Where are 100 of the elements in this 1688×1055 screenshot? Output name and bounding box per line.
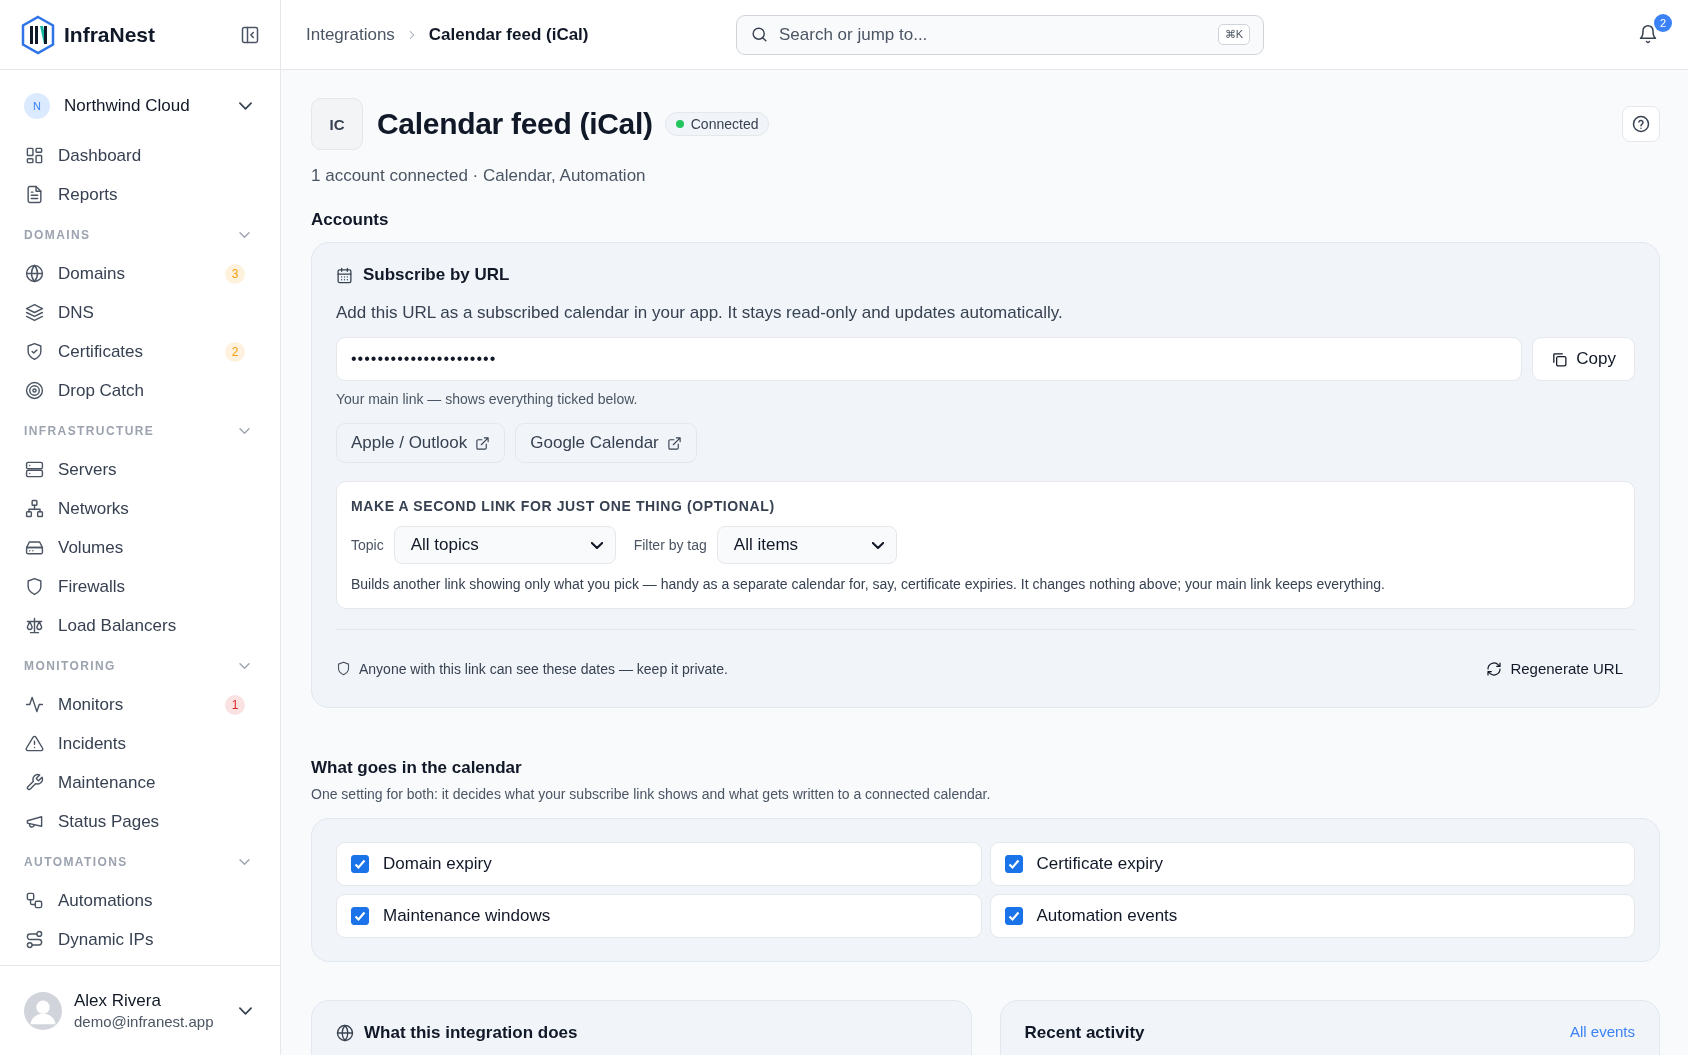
chevron-down-icon[interactable] [239, 232, 250, 238]
section-heading: INFRASTRUCTURE [24, 424, 155, 438]
network-icon [25, 499, 44, 518]
chevron-down-icon [871, 541, 884, 549]
dashboard-icon [25, 146, 44, 165]
target-icon [25, 381, 44, 400]
calendar-icon [336, 266, 353, 284]
section-heading: MONITORING [24, 659, 116, 673]
checkbox[interactable] [1004, 907, 1023, 925]
globe-icon [336, 1024, 354, 1042]
pulse-icon [25, 695, 44, 714]
nav-item[interactable]: Dashboard [16, 136, 264, 175]
external-link-icon [475, 435, 491, 451]
section-heading: Accounts [311, 210, 390, 230]
nav-item[interactable]: Maintenance [16, 763, 264, 802]
filter-select[interactable]: All topics [393, 526, 616, 564]
layers-icon [25, 303, 44, 322]
card-description: Add this URL as a subscribed calendar in your app. It stays read-only and updates automatically. [336, 303, 1064, 323]
nav-item[interactable]: Incidents [16, 724, 264, 763]
panel-note: Builds another link showing only what you pick — handy as a separate calendar for, say, certificate expiries. It changes nothing above; your main link keeps everything. [351, 576, 1386, 592]
chevron-down-icon[interactable] [239, 663, 250, 669]
chevron-down-icon[interactable] [239, 428, 250, 434]
checkbox[interactable] [1004, 855, 1023, 873]
panel-title: Recent activity [1024, 1023, 1146, 1043]
section-heading: DOMAINS [24, 228, 91, 242]
calendar-option[interactable]: Certificate expiry [989, 842, 1635, 886]
nav-item[interactable]: Certificates 2 [16, 332, 264, 371]
nav-item[interactable]: Servers [16, 450, 264, 489]
organization-avatar: N [24, 93, 50, 119]
logo-icon [20, 14, 56, 55]
calendar-option[interactable]: Domain expiry [336, 842, 982, 886]
card-title: Subscribe by URL [363, 265, 510, 285]
nav-item[interactable]: Drop Catch [16, 371, 264, 410]
collapse-sidebar-icon[interactable] [240, 24, 260, 45]
chevron-down-icon [239, 1006, 252, 1015]
nav-item[interactable]: Dynamic IPs [16, 920, 264, 959]
chevron-down-icon [590, 541, 603, 549]
breadcrumb-current[interactable]: Calendar feed (iCal) [428, 24, 589, 45]
option-label: Domain expiry [383, 854, 492, 874]
notification-count: 2 [1654, 13, 1672, 32]
section-heading: What goes in the calendar [311, 758, 523, 778]
nav-item[interactable]: DNS [16, 293, 264, 332]
refresh-icon [1486, 660, 1503, 677]
chevron-down-icon[interactable] [239, 859, 250, 865]
nav-item[interactable]: Reports [16, 175, 264, 214]
count-badge: 2 [225, 341, 245, 362]
calendar-option[interactable]: Automation events [989, 894, 1635, 938]
copy-button[interactable]: Copy [1532, 337, 1635, 381]
nodes-icon [25, 891, 44, 910]
calendar-option[interactable]: Maintenance windows [336, 894, 982, 938]
regenerate-url-button[interactable]: Regenerate URL [1474, 660, 1635, 677]
page-title: Calendar feed (iCal) [377, 107, 653, 141]
external-link-icon [666, 435, 682, 451]
section-heading: AUTOMATIONS [24, 855, 128, 869]
section-description: One setting for both: it decides what your subscribe link shows and what gets written to a connected calendar. [311, 786, 992, 802]
drive-icon [25, 538, 44, 557]
url-field[interactable]: •••••••••••••••••••••• [336, 337, 1523, 381]
document-icon [25, 185, 44, 204]
scale-icon [25, 616, 44, 635]
nav-item[interactable]: Status Pages [16, 802, 264, 841]
nav-item[interactable]: Load Balancers [16, 606, 264, 645]
nav-item[interactable]: Volumes [16, 528, 264, 567]
shield-icon [25, 577, 44, 596]
notifications-icon[interactable] [1638, 23, 1658, 44]
count-badge: 1 [225, 694, 245, 715]
filter-label: Filter by tag [633, 537, 707, 553]
filter-select[interactable]: All items [716, 526, 897, 564]
checkbox[interactable] [351, 855, 369, 873]
wrench-icon [25, 773, 44, 792]
organization-name: Northwind Cloud [64, 96, 191, 116]
organization-switcher[interactable]: N Northwind Cloud [16, 84, 264, 128]
integration-logo: IC [311, 98, 363, 150]
nav-item[interactable]: Domains 3 [16, 254, 264, 293]
shield-icon [336, 661, 351, 676]
option-label: Maintenance windows [383, 906, 551, 926]
checkbox[interactable] [351, 907, 369, 925]
globe-icon [25, 264, 44, 283]
user-menu[interactable]: Alex Rivera demo@infranest.app [0, 965, 280, 1055]
server-icon [25, 460, 44, 479]
brand-name: InfraNest [64, 22, 157, 47]
nav-item[interactable]: Automations [16, 881, 264, 920]
panel-title: What this integration does [364, 1023, 579, 1043]
chevron-down-icon [239, 102, 252, 110]
copy-icon [1551, 350, 1569, 368]
open-in-app-button[interactable]: Apple / Outlook [336, 423, 506, 463]
nav-item[interactable]: Firewalls [16, 567, 264, 606]
page-subtitle: 1 account connected · Calendar, Automation [311, 166, 647, 186]
breadcrumb-link[interactable]: Integrations [306, 24, 395, 45]
shield-check-icon [25, 342, 44, 361]
warning-icon [25, 734, 44, 753]
route-icon [25, 930, 44, 949]
open-in-app-button[interactable]: Google Calendar [515, 423, 697, 463]
nav-item[interactable]: Monitors 1 [16, 685, 264, 724]
user-name: Alex Rivera [74, 991, 162, 1011]
nav-item[interactable]: Networks [16, 489, 264, 528]
search-icon [750, 24, 769, 44]
option-label: Certificate expiry [1036, 854, 1164, 874]
help-button[interactable] [1622, 106, 1660, 142]
privacy-note: Anyone with this link can see these dates — keep it private. [359, 660, 729, 677]
option-label: Automation events [1036, 906, 1178, 926]
